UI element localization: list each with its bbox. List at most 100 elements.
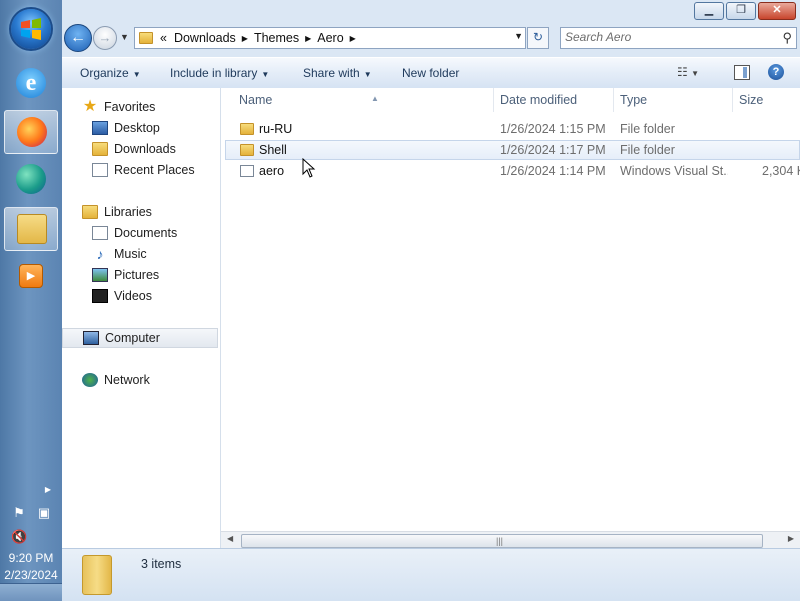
visual-style-file-icon xyxy=(240,165,254,177)
breadcrumb-themes[interactable]: Themes xyxy=(250,31,303,45)
breadcrumb-downloads[interactable]: Downloads xyxy=(170,31,240,45)
libraries-icon xyxy=(82,205,98,219)
file-date: 1/26/2024 1:15 PM xyxy=(500,122,606,136)
sort-ascending-icon: ▲ xyxy=(371,94,379,103)
column-header-type[interactable]: Type xyxy=(614,88,733,112)
file-explorer-icon xyxy=(17,214,47,244)
chevron-down-icon: ▼ xyxy=(261,70,270,79)
file-name: Shell xyxy=(259,143,287,157)
address-bar[interactable]: « Downloads ▶ Themes ▶ Aero ▶ ▼ xyxy=(134,27,526,49)
preview-pane-button[interactable] xyxy=(734,65,750,80)
horizontal-scrollbar[interactable]: ◀ ||| ▶ xyxy=(221,531,800,549)
nav-libraries[interactable]: Libraries xyxy=(62,202,240,222)
search-icon[interactable]: ⚲ xyxy=(782,30,792,46)
file-date: 1/26/2024 1:14 PM xyxy=(500,164,606,178)
include-in-library-label: Include in library xyxy=(170,66,258,80)
search-box[interactable]: ⚲ xyxy=(560,27,797,49)
nav-favorites-label: Favorites xyxy=(104,100,156,114)
recent-pages-dropdown[interactable]: ▼ xyxy=(120,30,130,44)
taskbar-firefox[interactable] xyxy=(4,110,58,154)
forward-button[interactable]: → xyxy=(93,26,117,50)
nav-favorites[interactable]: ★ Favorites xyxy=(62,97,240,117)
minimize-button[interactable]: ▁ xyxy=(694,2,724,20)
grip-icon: ||| xyxy=(496,536,504,546)
scroll-left-icon[interactable]: ◀ xyxy=(227,534,233,543)
share-with-label: Share with xyxy=(303,66,360,80)
chevron-down-icon: ▼ xyxy=(363,70,372,79)
change-view-button[interactable]: ☷ ▼ xyxy=(677,65,699,79)
recent-places-icon xyxy=(92,163,108,177)
column-header-date[interactable]: Date modified xyxy=(494,88,614,112)
close-button[interactable]: ✕ xyxy=(758,2,796,20)
taskbar-internet-explorer[interactable]: e xyxy=(4,62,58,106)
chevron-right-icon[interactable]: ▶ xyxy=(303,34,313,43)
file-name: ru-RU xyxy=(259,122,293,136)
nav-documents-label: Documents xyxy=(114,226,178,240)
scrollbar-thumb[interactable]: ||| xyxy=(241,534,763,548)
column-header-name[interactable]: Name ▲ xyxy=(233,88,494,112)
file-row[interactable]: Shell 1/26/2024 1:17 PM File folder xyxy=(225,140,800,160)
view-options-icon: ☷ xyxy=(677,65,688,79)
back-arrow-icon: ← xyxy=(70,29,86,46)
computer-icon xyxy=(83,331,99,345)
file-row[interactable]: ru-RU 1/26/2024 1:15 PM File folder xyxy=(225,119,800,139)
mouse-cursor-icon xyxy=(302,158,316,178)
volume-muted-icon[interactable]: 🔇 xyxy=(11,529,27,545)
start-button[interactable] xyxy=(11,9,51,49)
chevron-down-icon: ▼ xyxy=(132,70,141,79)
nav-libraries-label: Libraries xyxy=(104,205,152,219)
nav-recent-places-label: Recent Places xyxy=(114,163,195,177)
folder-icon xyxy=(240,144,254,156)
taskbar: e ▶ ▶ ⚑ ▣ 🔇 9:20 PM 2/23/2024 xyxy=(0,0,63,601)
edge-icon xyxy=(16,164,46,194)
maximize-button[interactable]: ❐ xyxy=(726,2,756,20)
search-input[interactable] xyxy=(565,28,770,46)
nav-videos-label: Videos xyxy=(114,289,152,303)
tray-expand-icon[interactable]: ▶ xyxy=(40,482,56,498)
organize-button[interactable]: Organize ▼ xyxy=(80,66,141,80)
taskbar-edge[interactable] xyxy=(4,158,58,202)
breadcrumb-aero[interactable]: Aero xyxy=(313,31,347,45)
downloads-folder-icon xyxy=(92,142,108,156)
help-button[interactable]: ? xyxy=(768,64,784,80)
chevron-down-icon: ▼ xyxy=(691,69,700,78)
caption-buttons: ▁ ❐ ✕ xyxy=(694,2,796,20)
details-pane: 3 items xyxy=(62,548,800,601)
videos-icon xyxy=(92,289,108,303)
clock-date[interactable]: 2/23/2024 xyxy=(0,568,62,582)
organize-label: Organize xyxy=(80,66,129,80)
music-note-icon: ♪ xyxy=(96,246,104,262)
breadcrumb-overflow[interactable]: « xyxy=(157,31,170,45)
share-with-button[interactable]: Share with ▼ xyxy=(303,66,372,80)
nav-network[interactable]: Network xyxy=(62,370,240,390)
navigation-bar: ← → ▼ « Downloads ▶ Themes ▶ Aero ▶ ▼ ↻ … xyxy=(62,22,800,54)
nav-computer-label: Computer xyxy=(105,331,160,345)
scroll-right-icon[interactable]: ▶ xyxy=(788,534,794,543)
file-list: Name ▲ Date modified Type Size ru-RU 1/2… xyxy=(221,88,800,533)
action-center-flag-icon[interactable]: ⚑ xyxy=(11,505,27,521)
command-bar: Organize ▼ Include in library ▼ Share with… xyxy=(62,57,800,89)
include-in-library-button[interactable]: Include in library ▼ xyxy=(170,66,269,80)
taskbar-file-explorer[interactable] xyxy=(4,207,58,251)
network-icon xyxy=(82,373,98,387)
network-tray-icon[interactable]: ▣ xyxy=(36,505,52,521)
taskbar-media-player[interactable]: ▶ xyxy=(4,256,58,300)
column-header-size[interactable]: Size xyxy=(733,88,800,112)
nav-downloads-label: Downloads xyxy=(114,142,176,156)
chevron-right-icon[interactable]: ▶ xyxy=(348,34,358,43)
back-button[interactable]: ← xyxy=(64,24,92,52)
chevron-right-icon[interactable]: ▶ xyxy=(240,34,250,43)
nav-music-label: Music xyxy=(114,247,147,261)
address-dropdown-icon[interactable]: ▼ xyxy=(514,31,523,41)
nav-computer[interactable]: Computer xyxy=(62,328,218,348)
star-icon: ★ xyxy=(82,98,98,115)
documents-icon xyxy=(92,226,108,240)
pictures-icon xyxy=(92,268,108,282)
new-folder-button[interactable]: New folder xyxy=(402,66,459,80)
file-type: Windows Visual St... xyxy=(620,164,728,178)
refresh-button[interactable]: ↻ xyxy=(527,27,549,49)
desktop-icon xyxy=(92,121,108,135)
clock-time[interactable]: 9:20 PM xyxy=(0,551,62,565)
show-desktop-button[interactable] xyxy=(0,583,62,601)
folder-icon xyxy=(82,555,112,595)
